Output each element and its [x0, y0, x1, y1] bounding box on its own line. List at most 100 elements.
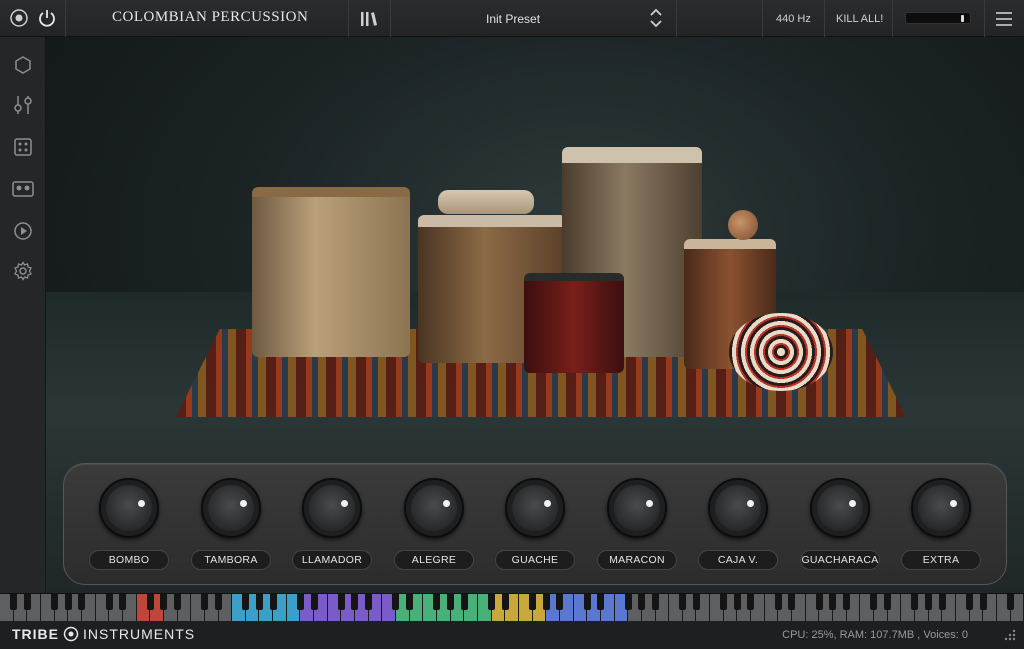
- black-key[interactable]: [433, 594, 441, 610]
- black-key[interactable]: [651, 594, 659, 610]
- black-key[interactable]: [597, 594, 605, 610]
- black-key[interactable]: [214, 594, 222, 610]
- black-key[interactable]: [720, 594, 728, 610]
- tambora-knob[interactable]: [201, 478, 261, 538]
- knob-llamador: LLAMADOR: [287, 476, 377, 576]
- black-key[interactable]: [870, 594, 878, 610]
- alegre-knob[interactable]: [404, 478, 464, 538]
- black-key[interactable]: [173, 594, 181, 610]
- knob-guacharaca: GUACHARACA: [795, 476, 885, 576]
- status-bar: TRIBE INSTRUMENTS CPU: 25%, RAM: 107.7MB…: [0, 621, 1024, 649]
- maraca-image: [728, 210, 758, 240]
- black-key[interactable]: [146, 594, 154, 610]
- black-key[interactable]: [392, 594, 400, 610]
- extra-knob[interactable]: [911, 478, 971, 538]
- bombo-knob[interactable]: [99, 478, 159, 538]
- black-key[interactable]: [501, 594, 509, 610]
- piano-keyboard[interactable]: [0, 593, 1024, 622]
- black-key[interactable]: [310, 594, 318, 610]
- black-key[interactable]: [23, 594, 31, 610]
- black-key[interactable]: [924, 594, 932, 610]
- black-key[interactable]: [679, 594, 687, 610]
- black-key[interactable]: [829, 594, 837, 610]
- black-key[interactable]: [78, 594, 86, 610]
- black-key[interactable]: [965, 594, 973, 610]
- brand-right: INSTRUMENTS: [83, 626, 196, 642]
- black-key[interactable]: [51, 594, 59, 610]
- black-key[interactable]: [624, 594, 632, 610]
- black-key[interactable]: [583, 594, 591, 610]
- black-key[interactable]: [337, 594, 345, 610]
- black-key[interactable]: [242, 594, 250, 610]
- dice-icon[interactable]: [11, 135, 35, 159]
- logo-icon[interactable]: [8, 7, 30, 29]
- black-key[interactable]: [460, 594, 468, 610]
- knob-guache: GUACHE: [490, 476, 580, 576]
- tape-icon[interactable]: [11, 177, 35, 201]
- black-key[interactable]: [351, 594, 359, 610]
- knob-extra: EXTRA: [896, 476, 986, 576]
- black-key[interactable]: [774, 594, 782, 610]
- black-key[interactable]: [119, 594, 127, 610]
- black-key[interactable]: [692, 594, 700, 610]
- black-key[interactable]: [447, 594, 455, 610]
- black-key[interactable]: [160, 594, 168, 610]
- black-key[interactable]: [911, 594, 919, 610]
- black-key[interactable]: [64, 594, 72, 610]
- resize-grip-icon[interactable]: [1002, 629, 1016, 643]
- instrument-title: COLOMBIAN PERCUSSION: [112, 9, 309, 25]
- bombo-label: BOMBO: [89, 550, 169, 570]
- black-key[interactable]: [365, 594, 373, 610]
- guacharaca-knob[interactable]: [810, 478, 870, 538]
- black-key[interactable]: [556, 594, 564, 610]
- black-key[interactable]: [1006, 594, 1014, 610]
- black-key[interactable]: [733, 594, 741, 610]
- black-key[interactable]: [843, 594, 850, 610]
- caja-knob[interactable]: [708, 478, 768, 538]
- maracon-knob[interactable]: [607, 478, 667, 538]
- black-key[interactable]: [528, 594, 536, 610]
- black-key[interactable]: [747, 594, 755, 610]
- knob-maracon: MARACON: [592, 476, 682, 576]
- llamador-knob[interactable]: [302, 478, 362, 538]
- black-key[interactable]: [10, 594, 18, 610]
- play-icon[interactable]: [11, 219, 35, 243]
- black-key[interactable]: [269, 594, 277, 610]
- output-meter[interactable]: [905, 12, 971, 24]
- black-key[interactable]: [255, 594, 263, 610]
- preset-stepper-icon[interactable]: [645, 7, 667, 29]
- knob-panel: BOMBO TAMBORA LLAMADOR ALEGRE GUACHE MAR…: [63, 463, 1007, 585]
- bombo-drum-image: [252, 187, 410, 357]
- black-key[interactable]: [201, 594, 209, 610]
- brand-logo: TRIBE INSTRUMENTS: [12, 626, 195, 642]
- preset-name[interactable]: Init Preset: [486, 12, 540, 26]
- black-key[interactable]: [406, 594, 414, 610]
- black-key[interactable]: [938, 594, 946, 610]
- black-key[interactable]: [638, 594, 646, 610]
- caja-drum-image: [524, 273, 624, 373]
- menu-icon[interactable]: [993, 8, 1015, 30]
- guache-label: GUACHE: [495, 550, 575, 570]
- black-key[interactable]: [788, 594, 796, 610]
- knob-alegre: ALEGRE: [389, 476, 479, 576]
- black-key[interactable]: [979, 594, 987, 610]
- tuning-display[interactable]: 440 Hz: [776, 13, 811, 25]
- black-key[interactable]: [542, 594, 550, 610]
- guache-knob[interactable]: [505, 478, 565, 538]
- black-key[interactable]: [883, 594, 891, 610]
- power-icon[interactable]: [36, 7, 58, 29]
- guacharaca-label: GUACHARACA: [800, 550, 880, 570]
- kill-all-button[interactable]: KILL ALL!: [836, 13, 883, 25]
- black-key[interactable]: [488, 594, 496, 610]
- library-icon[interactable]: [358, 8, 380, 30]
- black-key[interactable]: [815, 594, 823, 610]
- brand-left: TRIBE: [12, 626, 59, 642]
- black-key[interactable]: [105, 594, 113, 610]
- sliders-icon[interactable]: [11, 93, 35, 117]
- maracon-label: MARACON: [597, 550, 677, 570]
- alegre-label: ALEGRE: [394, 550, 474, 570]
- hexagon-icon[interactable]: [11, 53, 35, 77]
- black-key[interactable]: [296, 594, 304, 610]
- gear-icon[interactable]: [11, 259, 35, 283]
- caja-label: CAJA V.: [698, 550, 778, 570]
